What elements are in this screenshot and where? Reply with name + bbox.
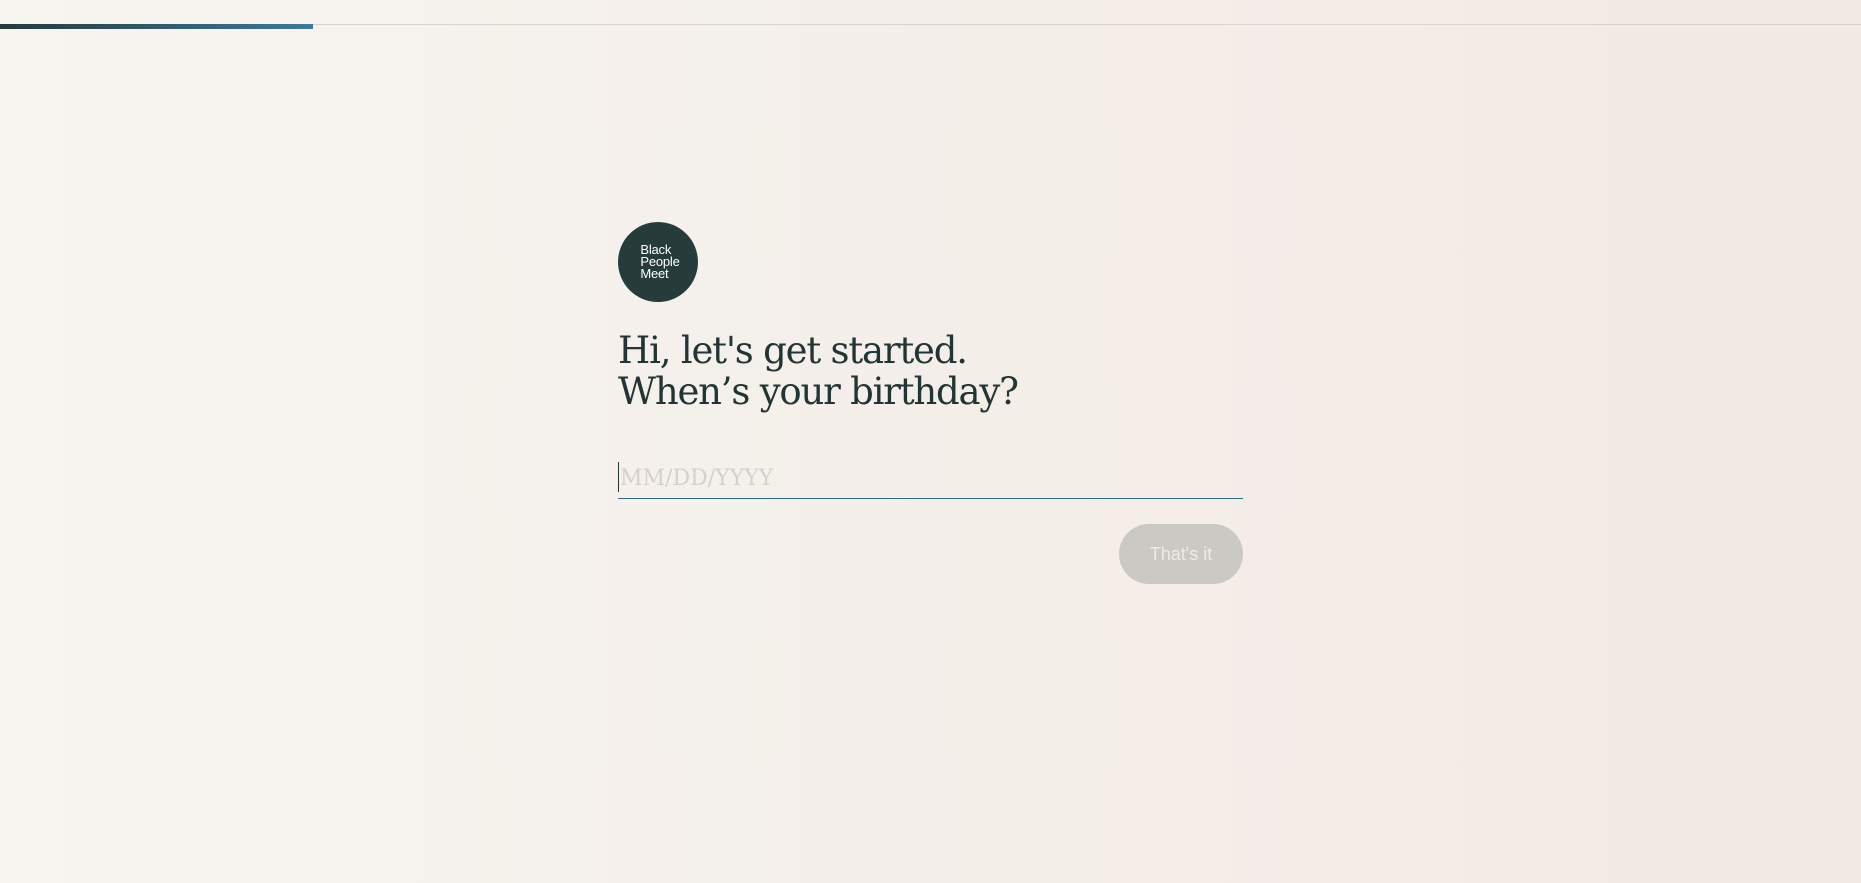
form-actions: That's it [618, 524, 1243, 584]
birthday-field [618, 460, 1245, 499]
brand-logo-text: Black People Meet [636, 243, 679, 281]
logo-line-meet: Meet [640, 266, 669, 281]
title-question: When’s your birthday? [618, 370, 1019, 413]
brand-logo: Black People Meet [618, 222, 698, 302]
title-greeting: Hi, let's get started. [618, 329, 968, 372]
page-title: Hi, let's get started. When’s your birth… [618, 330, 1243, 412]
progress-bar [0, 24, 313, 29]
signup-step: Black People Meet Hi, let's get started.… [618, 222, 1245, 584]
submit-button[interactable]: That's it [1119, 524, 1243, 584]
birthday-input[interactable] [618, 460, 1245, 496]
